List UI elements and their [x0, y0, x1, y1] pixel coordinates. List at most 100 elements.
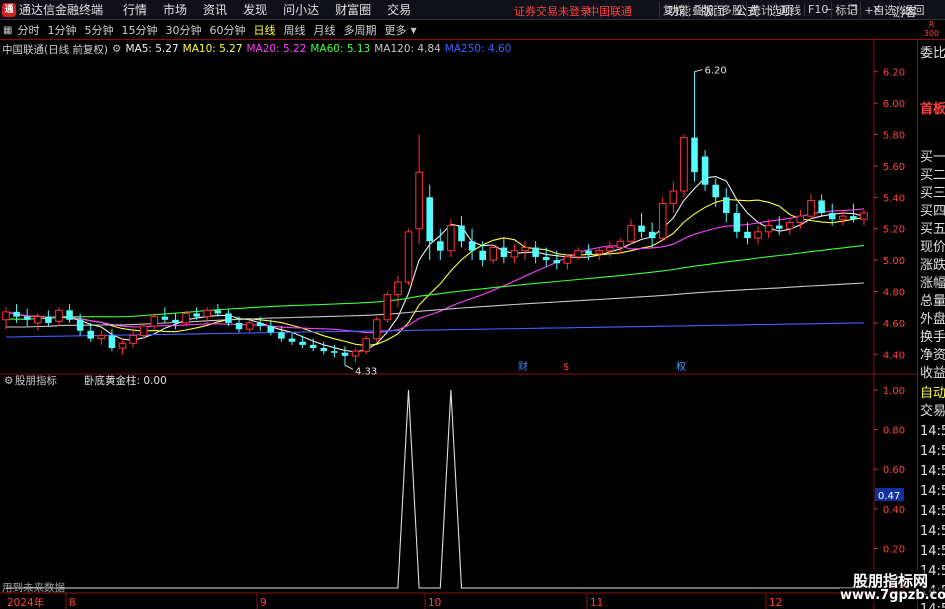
candle-up — [139, 325, 148, 336]
candle-down — [214, 310, 222, 314]
menu-trade[interactable]: 交易 — [379, 1, 419, 18]
ma60-line — [5, 244, 865, 320]
menu-news[interactable]: 资讯 — [195, 1, 235, 18]
side-panel-label: 自动 — [920, 386, 945, 401]
price-tick-label: 6.20 — [883, 68, 905, 79]
price-tick-label: 4.40 — [883, 350, 905, 361]
adjust-button[interactable]: 复权 — [659, 1, 688, 18]
candle-down — [299, 341, 306, 345]
indicator-tick-label: 0.40 — [883, 505, 905, 516]
menu-market[interactable]: 行情 — [115, 1, 155, 18]
candle-up — [351, 350, 360, 357]
candle-up — [680, 137, 688, 192]
tab-15min[interactable]: 15分钟 — [117, 22, 161, 38]
candle-down — [278, 332, 285, 339]
indicator-title: 股朋指标 — [15, 374, 57, 387]
side-panel-label: 总量 — [920, 294, 945, 309]
side-panel-label: 换手 — [920, 330, 945, 345]
add-watchlist-button[interactable]: +自选 — [860, 1, 898, 18]
chart-area[interactable]: 6.20 6.00 5.80 5.60 5.40 5.20 5.00 4.80 4.60 4.40… — [0, 40, 917, 609]
candle-up — [521, 247, 529, 252]
back-button[interactable]: 返回 — [898, 1, 928, 18]
candle-down — [235, 322, 243, 330]
candle-down — [585, 250, 592, 254]
side-panel-label: 委比 — [920, 46, 945, 61]
side-panel-label: 涨幅 — [920, 276, 945, 291]
r300-badge: R 300 — [918, 20, 945, 40]
candle-up — [669, 190, 678, 205]
indicator-tick-label: 0.60 — [883, 465, 905, 476]
side-panel-label: 14:56 — [920, 424, 945, 439]
candle-down — [172, 319, 179, 323]
tab-30min[interactable]: 30分钟 — [161, 22, 205, 38]
tab-daily[interactable]: 日线 — [249, 22, 279, 38]
stock-title: 中国联通 — [588, 5, 632, 18]
tab-1min[interactable]: 1分钟 — [43, 22, 80, 38]
candle-up — [627, 225, 635, 242]
candle-down — [818, 200, 825, 213]
candle-up — [489, 247, 498, 261]
price-tick-label: 5.60 — [883, 162, 905, 173]
candle-down — [341, 352, 349, 356]
quote-side-panel: 委比首板买一买二买三买四买五现价涨跌涨幅总量外盘换手净资收益自动交易 14:56 1… — [917, 40, 945, 609]
side-panel-label: 涨跌 — [920, 258, 945, 273]
high-label: 6.20 — [705, 66, 727, 77]
candle-up — [764, 225, 773, 233]
side-panel-label: 14:56 — [920, 464, 945, 479]
r300-label: R 300 — [923, 20, 940, 38]
menu-markets[interactable]: 市场 — [155, 1, 195, 18]
candle-down — [225, 313, 232, 323]
candle-up — [362, 338, 370, 352]
candle-down — [691, 137, 698, 173]
tab-multi-period[interactable]: 多周期 — [339, 22, 380, 38]
side-panel-label: 买二 — [920, 168, 945, 183]
menu-ask[interactable]: 问小达 — [275, 1, 327, 18]
candle-up — [595, 250, 603, 255]
candle-down — [66, 310, 73, 320]
candle-down — [437, 241, 444, 251]
candle-down — [479, 250, 486, 261]
overlay-button[interactable]: 叠加 — [688, 1, 717, 18]
side-panel-label: 14:56 — [920, 602, 945, 609]
side-panel-label: 14:56 — [920, 544, 945, 559]
menu-discover[interactable]: 发现 — [235, 1, 275, 18]
side-panel-label: 外盘 — [920, 312, 945, 327]
multi-stock-button[interactable]: 多股 — [717, 1, 746, 18]
chevron-down-icon[interactable]: ▼ — [410, 26, 416, 35]
candle-down — [744, 231, 751, 239]
candle-up — [394, 281, 402, 296]
tab-60min[interactable]: 60分钟 — [205, 22, 249, 38]
candle-down — [500, 247, 508, 257]
indicator-tick-label: 0.80 — [883, 426, 905, 437]
f10-button[interactable]: F10 — [804, 3, 831, 16]
menu-fortune[interactable]: 财富圈 — [327, 1, 379, 18]
draw-line-button[interactable]: 画线 — [775, 1, 804, 18]
candle-up — [786, 221, 794, 230]
side-panel-label: 14:56 — [920, 524, 945, 539]
login-status[interactable]: 证券交易未登录 — [514, 3, 591, 19]
tab-timeshare[interactable]: 分时 — [13, 22, 43, 38]
event-marker: 权 — [676, 360, 686, 373]
stats-button[interactable]: 统计 — [746, 1, 775, 18]
candle-up — [605, 247, 614, 252]
candle-up — [182, 312, 190, 324]
candle-down — [532, 247, 539, 257]
tab-monthly[interactable]: 月线 — [309, 22, 339, 38]
candle-down — [331, 351, 338, 353]
tab-5min[interactable]: 5分钟 — [80, 22, 117, 38]
candle-up — [129, 334, 137, 344]
candle-down — [828, 213, 836, 220]
grid-icon[interactable]: ▦ — [3, 25, 12, 36]
tab-weekly[interactable]: 周线 — [279, 22, 309, 38]
low-label: 4.33 — [355, 366, 377, 377]
candlesticks — [2, 71, 868, 366]
candle-up — [372, 319, 381, 340]
candle-down — [309, 344, 317, 349]
mark-button[interactable]: 标记 — [831, 1, 860, 18]
price-tick-label: 4.60 — [883, 319, 905, 330]
date-label: 9 — [260, 597, 267, 609]
tab-more[interactable]: 更多 — [380, 22, 410, 38]
side-panel-label: 首板 — [920, 102, 945, 117]
candle-up — [245, 322, 254, 330]
side-panel-label: 买一 — [920, 150, 945, 165]
